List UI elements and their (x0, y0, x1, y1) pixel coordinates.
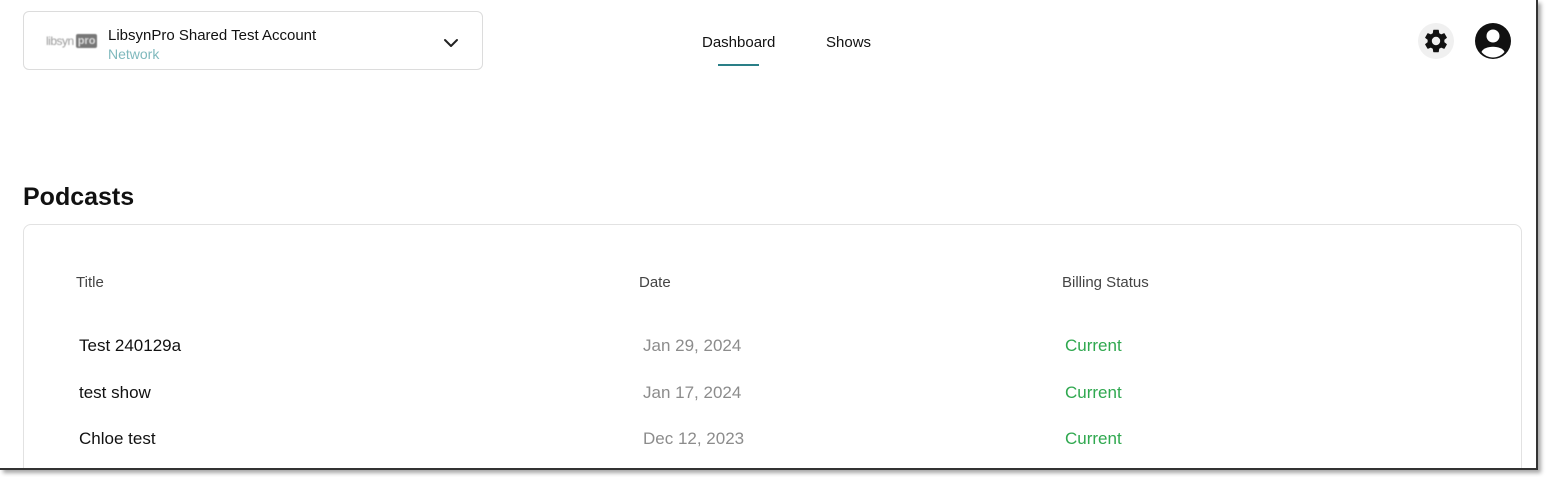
column-header-title[interactable]: Title (76, 274, 104, 291)
column-header-billing-status[interactable]: Billing Status (1062, 274, 1149, 291)
podcasts-table: Title Date Billing Status Test 240129a J… (23, 224, 1522, 468)
billing-status: Current (1065, 383, 1122, 402)
page-title: Podcasts (23, 183, 135, 211)
billing-status: Current (1065, 336, 1122, 355)
user-avatar-button[interactable] (1473, 21, 1513, 61)
podcast-title[interactable]: Chloe test (79, 429, 156, 449)
tab-shows[interactable]: Shows (826, 34, 871, 51)
table-row[interactable]: Chloe test Dec 12, 2023 Current (24, 429, 1521, 468)
account-type: Network (108, 46, 160, 62)
tab-dashboard[interactable]: Dashboard (702, 34, 775, 66)
settings-button[interactable] (1418, 23, 1454, 59)
gear-icon (1425, 29, 1447, 53)
logo-text: libsyn (46, 34, 74, 48)
podcast-title[interactable]: test show (79, 383, 151, 403)
podcast-title[interactable]: Test 240129a (79, 336, 181, 356)
podcast-date: Dec 12, 2023 (643, 429, 745, 448)
user-avatar-icon (1475, 23, 1511, 59)
logo-badge: pro (75, 34, 98, 48)
podcast-date: Jan 29, 2024 (643, 336, 742, 355)
account-switcher[interactable]: libsyn pro LibsynPro Shared Test Account… (23, 11, 483, 70)
chevron-down-icon[interactable] (442, 34, 460, 52)
billing-status: Current (1065, 429, 1122, 448)
account-name: LibsynPro Shared Test Account (108, 27, 317, 44)
column-header-date[interactable]: Date (639, 274, 671, 291)
account-logo: libsyn pro (46, 30, 98, 52)
table-row[interactable]: test show Jan 17, 2024 Current (24, 383, 1521, 423)
table-row[interactable]: Test 240129a Jan 29, 2024 Current (24, 336, 1521, 376)
app-window: libsyn pro LibsynPro Shared Test Account… (0, 0, 1538, 470)
podcast-date: Jan 17, 2024 (643, 383, 742, 402)
